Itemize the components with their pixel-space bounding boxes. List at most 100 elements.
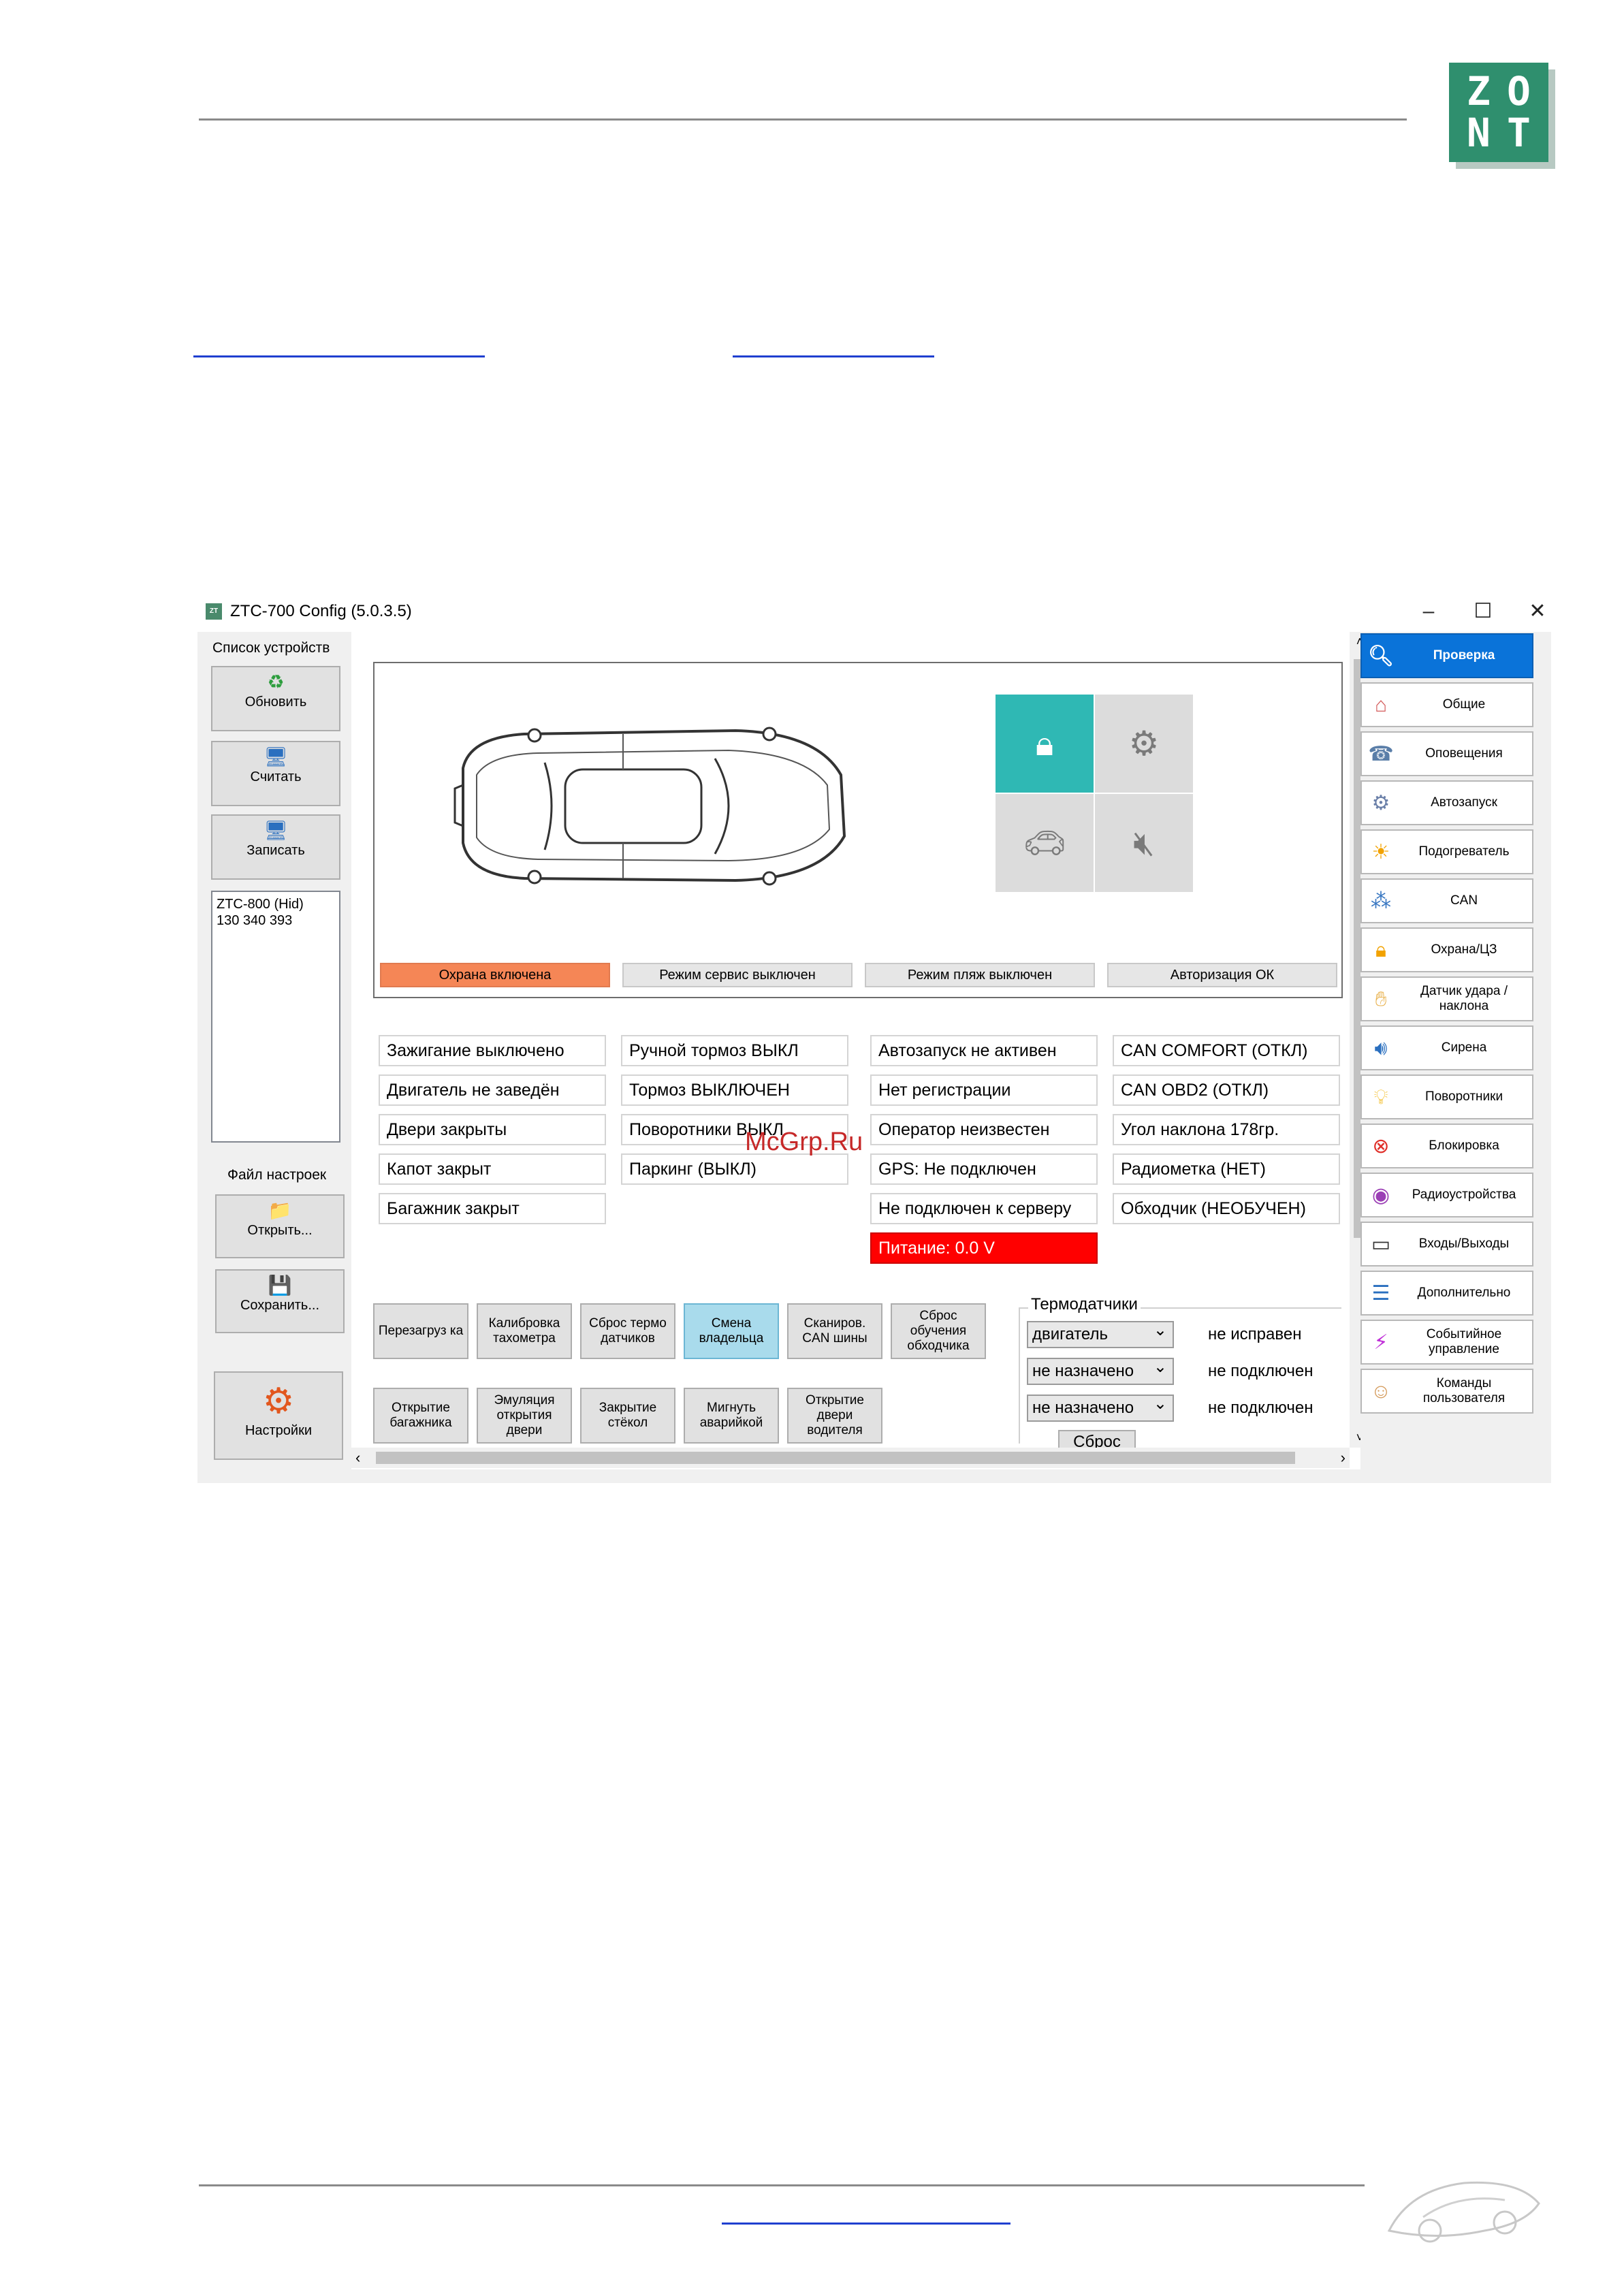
car-status-box: 🔒︎ ⚙ 🚗︎ 🔇︎ Охрана включена Режим сервис … <box>373 662 1343 998</box>
tacho-calibration-button[interactable]: Калибровка тахометра <box>477 1303 572 1359</box>
nav-check[interactable]: 🔍︎ Проверка <box>1360 633 1533 678</box>
maximize-button[interactable]: ☐ <box>1463 596 1503 626</box>
nav-label: Датчик удара / наклона <box>1420 984 1508 1013</box>
device-list[interactable]: ZTC-800 (Hid) 130 340 393 <box>211 891 340 1143</box>
close-button[interactable]: ✕ <box>1517 596 1558 626</box>
scroll-left-arrow[interactable]: ‹ <box>355 1449 360 1467</box>
mute-icon[interactable]: 🔇︎ <box>1095 794 1193 892</box>
user-icon: ☺ <box>1370 1380 1392 1403</box>
horizontal-scroll-thumb[interactable] <box>376 1452 1295 1464</box>
thermo-state-2: не подключен <box>1208 1362 1313 1380</box>
status-can-obd2: CAN OBD2 (ОТКЛ) <box>1113 1074 1340 1106</box>
hazard-blink-button[interactable]: Мигнуть аварийкой <box>684 1388 779 1444</box>
nav-label: Автозапуск <box>1431 795 1497 810</box>
nav-label: Общие <box>1442 697 1486 712</box>
minimize-button[interactable]: – <box>1408 596 1449 626</box>
scroll-right-arrow[interactable]: › <box>1341 1449 1346 1467</box>
link-underline-3[interactable] <box>722 2223 1010 2225</box>
thermo-title: Термодатчики <box>1028 1295 1141 1314</box>
refresh-button[interactable]: ♻ Обновить <box>211 666 340 731</box>
thermo-select-1[interactable]: двигатель <box>1027 1318 1174 1348</box>
settings-button[interactable]: ⚙ Настройки <box>214 1371 343 1460</box>
status-operator: Оператор неизвестен <box>870 1114 1098 1145</box>
mode-security: Охрана включена <box>380 963 610 987</box>
nav-general[interactable]: ⌂ Общие <box>1360 682 1533 727</box>
status-ignition: Зажигание выключено <box>379 1035 606 1066</box>
nav-turn-signals[interactable]: 💡︎ Поворотники <box>1360 1074 1533 1119</box>
car-alarm-icon[interactable]: 🚗︎ <box>996 794 1094 892</box>
speaker-icon: 🔊︎ <box>1374 1037 1388 1060</box>
main-panel: 🔒︎ ⚙ 🚗︎ 🔇︎ Охрана включена Режим сервис … <box>351 632 1370 1469</box>
reboot-button[interactable]: Перезагруз ка <box>373 1303 468 1359</box>
status-registration: Нет регистрации <box>870 1074 1098 1106</box>
lock-icon[interactable]: 🔒︎ <box>996 695 1094 793</box>
nav-blocking[interactable]: ⊗ Блокировка <box>1360 1124 1533 1168</box>
status-handbrake: Ручной тормоз ВЫКЛ <box>621 1035 848 1066</box>
padlock-icon: 🔒︎ <box>1375 939 1386 961</box>
thermo-select-2[interactable]: не назначено <box>1027 1355 1174 1385</box>
bulb-icon: 💡︎ <box>1373 1086 1388 1109</box>
window-title: ZTC-700 Config (5.0.3.5) <box>230 602 412 620</box>
nav-user-commands[interactable]: ☺ Команды пользователя <box>1360 1369 1533 1414</box>
nav-shock-sensor[interactable]: ✋︎ Датчик удара / наклона <box>1360 976 1533 1021</box>
save-button[interactable]: 💾 Сохранить... <box>215 1269 345 1333</box>
nav-can[interactable]: ⁂ CAN <box>1360 878 1533 923</box>
link-underline-1[interactable] <box>193 355 485 357</box>
left-panel: Список устройств ♻ Обновить 🖥 Считать 🖥 … <box>197 632 351 1483</box>
read-button[interactable]: 🖥 Считать <box>211 741 340 806</box>
reset-bypass-button[interactable]: Сброс обучения обходчика <box>891 1303 986 1359</box>
devices-title: Список устройств <box>212 640 330 656</box>
nav-label: Сирена <box>1441 1040 1487 1055</box>
nav-siren[interactable]: 🔊︎ Сирена <box>1360 1025 1533 1070</box>
list-icon: ☰ <box>1371 1282 1390 1305</box>
device-list-item[interactable]: 130 340 393 <box>217 912 335 929</box>
nav-notifications[interactable]: ☎ Оповещения <box>1360 731 1533 776</box>
can-scan-button[interactable]: Сканиров. CAN шины <box>787 1303 882 1359</box>
engine-icon[interactable]: ⚙ <box>1095 695 1193 793</box>
write-button[interactable]: 🖥 Записать <box>211 814 340 880</box>
status-tilt-angle: Угол наклона 178гр. <box>1113 1114 1340 1145</box>
nav-label: Поворотники <box>1424 1089 1503 1104</box>
open-button[interactable]: 📁 Открыть... <box>215 1194 345 1258</box>
cross-circle-icon: ⊗ <box>1372 1135 1390 1158</box>
status-gps: GPS: Не подключен <box>870 1153 1098 1185</box>
nav-label: Событийное управление <box>1426 1327 1502 1356</box>
app-icon: ZT <box>206 603 222 620</box>
nav-autostart[interactable]: ⚙ Автозапуск <box>1360 780 1533 825</box>
nav-inputs-outputs[interactable]: ▭ Входы/Выходы <box>1360 1222 1533 1267</box>
status-parking: Паркинг (ВЫКЛ) <box>621 1153 848 1185</box>
refresh-icon: ♻ <box>267 671 285 692</box>
write-label: Записать <box>246 843 305 858</box>
change-owner-button[interactable]: Смена владельца <box>684 1303 779 1359</box>
device-list-item[interactable]: ZTC-800 (Hid) <box>217 896 335 912</box>
status-autostart: Автозапуск не активен <box>870 1035 1098 1066</box>
status-can-comfort: CAN COMFORT (ОТКЛ) <box>1113 1035 1340 1066</box>
nav-label: CAN <box>1450 893 1478 908</box>
nav-label: Радиоустройства <box>1412 1188 1516 1202</box>
nav-additional[interactable]: ☰ Дополнительно <box>1360 1271 1533 1316</box>
status-radio-tag: Радиометка (НЕТ) <box>1113 1153 1340 1185</box>
nav-heater[interactable]: ☀ Подогреватель <box>1360 829 1533 874</box>
thermo-select-3[interactable]: не назначено <box>1027 1392 1174 1422</box>
radio-icon: ◉ <box>1371 1184 1390 1207</box>
nav-label: Дополнительно <box>1417 1286 1511 1300</box>
reset-thermo-button[interactable]: Сброс термо датчиков <box>580 1303 675 1359</box>
status-brake: Тормоз ВЫКЛЮЧЕН <box>621 1074 848 1106</box>
logo-letter: O <box>1507 68 1531 114</box>
nav-event-control[interactable]: ⚡︎ Событийное управление <box>1360 1320 1533 1365</box>
floppy-icon: 💾 <box>268 1275 292 1296</box>
nav-label: Входы/Выходы <box>1418 1237 1510 1251</box>
open-driver-door-button[interactable]: Открытие двери водителя <box>787 1388 882 1444</box>
link-underline-2[interactable] <box>733 355 934 357</box>
nav-label: Оповещения <box>1425 746 1503 761</box>
door-emulation-button[interactable]: Эмуляция открытия двери <box>477 1388 572 1444</box>
horizontal-scrollbar[interactable]: ‹ › <box>351 1448 1350 1468</box>
nav-security[interactable]: 🔒︎ Охрана/ЦЗ <box>1360 927 1533 972</box>
settings-label: Настройки <box>244 1423 313 1438</box>
mode-beach: Режим пляж выключен <box>865 963 1095 987</box>
status-engine: Двигатель не заведён <box>379 1074 606 1106</box>
open-trunk-button[interactable]: Открытие багажника <box>373 1388 468 1444</box>
status-bypass: Обходчик (НЕОБУЧЕН) <box>1113 1193 1340 1224</box>
close-windows-button[interactable]: Закрытие стёкол <box>580 1388 675 1444</box>
nav-radio-devices[interactable]: ◉ Радиоустройства <box>1360 1173 1533 1217</box>
